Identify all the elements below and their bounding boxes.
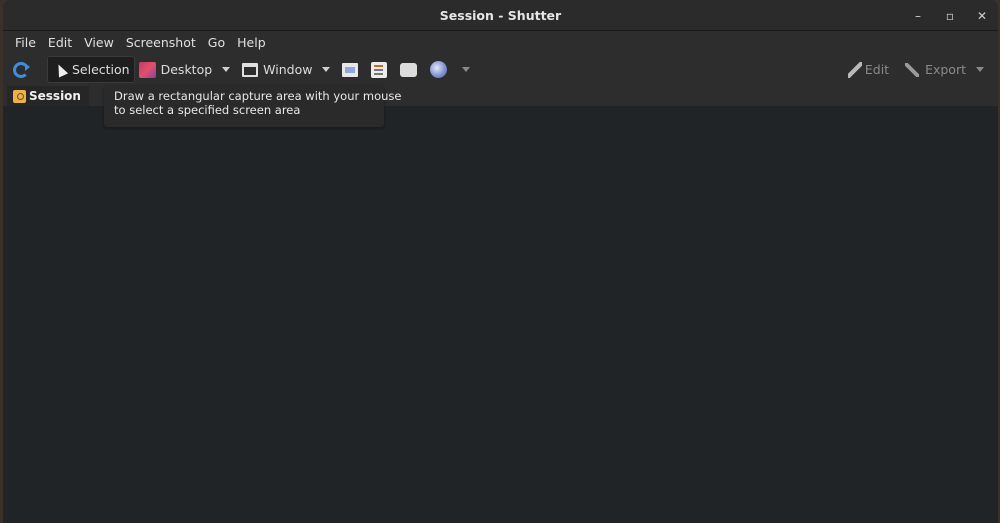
menu-capture-icon <box>342 62 359 77</box>
chat-capture-button[interactable] <box>396 56 426 83</box>
refresh-button[interactable] <box>9 56 33 83</box>
title-bar[interactable]: Session - Shutter – ▫ ✕ <box>3 0 998 31</box>
selection-button[interactable]: Selection <box>47 56 135 83</box>
window-controls: – ▫ ✕ <box>912 0 988 31</box>
selection-label: Selection <box>72 62 130 77</box>
toolbar: Selection Desktop Window Edit Export <box>3 53 998 86</box>
menu-view[interactable]: View <box>78 35 120 50</box>
refresh-icon <box>13 61 30 78</box>
tooltip-capture-icon <box>371 61 388 78</box>
window-icon <box>242 62 259 77</box>
web-icon <box>430 61 448 78</box>
minimize-icon[interactable]: – <box>912 9 924 23</box>
export-label: Export <box>925 62 966 77</box>
menu-capture-button[interactable] <box>338 56 367 83</box>
window-button[interactable]: Window <box>238 56 316 83</box>
tab-session-label: Session <box>29 89 81 103</box>
menu-help[interactable]: Help <box>231 35 272 50</box>
desktop-label: Desktop <box>160 62 213 77</box>
cursor-icon <box>53 61 69 78</box>
menu-file[interactable]: File <box>9 35 42 50</box>
maximize-icon[interactable]: ▫ <box>944 9 956 23</box>
desktop-dropdown-arrow[interactable] <box>222 67 231 72</box>
menu-edit[interactable]: Edit <box>42 35 78 50</box>
tab-session[interactable]: Session <box>7 86 89 106</box>
session-content-area[interactable] <box>3 106 998 523</box>
shutter-window: Session - Shutter – ▫ ✕ File Edit View S… <box>3 0 998 523</box>
desktop-icon <box>138 61 156 78</box>
edit-label: Edit <box>864 62 890 77</box>
close-icon[interactable]: ✕ <box>976 9 988 23</box>
export-button[interactable]: Export <box>901 56 970 83</box>
chat-icon <box>400 62 418 77</box>
session-icon <box>13 89 26 103</box>
tooltip-capture-button[interactable] <box>367 56 396 83</box>
export-dropdown-arrow[interactable] <box>976 67 984 72</box>
edit-icon <box>847 61 862 78</box>
menu-bar: File Edit View Screenshot Go Help <box>3 31 998 53</box>
export-icon <box>905 62 920 77</box>
web-dropdown-arrow[interactable] <box>462 67 471 72</box>
right-toolbar: Edit Export <box>844 53 992 86</box>
tooltip-line-1: Draw a rectangular capture area with you… <box>114 89 402 103</box>
desktop-button[interactable]: Desktop <box>135 56 217 83</box>
tooltip-line-2: to select a specified screen area <box>114 103 301 117</box>
window-label: Window <box>263 62 313 77</box>
window-dropdown-arrow[interactable] <box>322 67 331 72</box>
window-title: Session - Shutter <box>439 7 562 23</box>
menu-screenshot[interactable]: Screenshot <box>120 35 202 50</box>
web-capture-button[interactable] <box>426 56 456 83</box>
menu-go[interactable]: Go <box>202 35 231 50</box>
selection-tooltip: Draw a rectangular capture area with you… <box>104 86 402 127</box>
edit-button[interactable]: Edit <box>844 56 893 83</box>
